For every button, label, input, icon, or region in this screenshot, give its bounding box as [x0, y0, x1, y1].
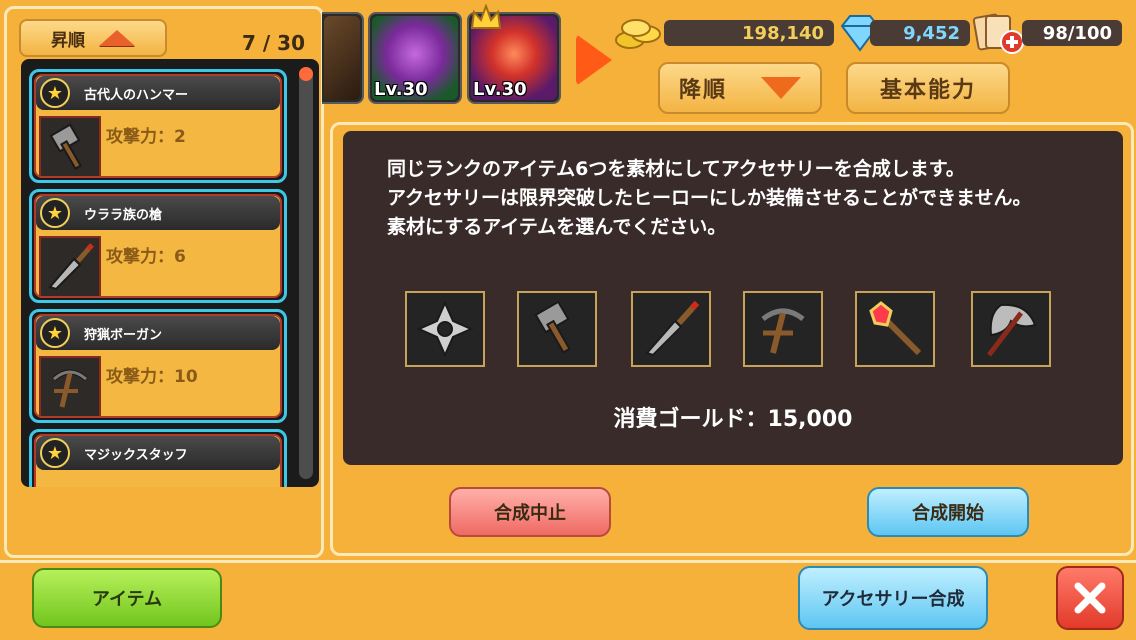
sort-ascending-button[interactable]: 昇順 — [19, 19, 167, 57]
list-item[interactable]: マジックスタッフ ★ — [29, 429, 287, 487]
basic-stats-button[interactable]: 基本能力 — [846, 62, 1010, 114]
item-attack: 攻撃力：10 — [106, 367, 198, 387]
shuriken-icon — [416, 300, 474, 358]
axe-icon — [987, 303, 1037, 357]
crossbow-icon — [39, 356, 101, 416]
close-icon — [1074, 582, 1106, 614]
item-list-panel: 昇順 7 / 30 古代人のハンマー ★ 攻撃力：2 ウララ族の槍 ★ 攻撃力：… — [4, 6, 324, 558]
material-slot[interactable] — [971, 291, 1051, 367]
item-attack: 攻撃力：6 — [106, 247, 186, 267]
hero-level: Lv.30 — [473, 79, 527, 100]
item-name: 狩猟ボーガン — [36, 316, 280, 350]
material-slot[interactable] — [631, 291, 711, 367]
sort-descending-label: 降順 — [678, 78, 727, 103]
description-line: アクセサリーは限界突破したヒーローにしか装備させることができません。 — [387, 187, 1032, 209]
basic-stats-label: 基本能力 — [879, 78, 976, 103]
items-tab-button[interactable]: アイテム — [32, 568, 222, 628]
star-icon: ★ — [40, 198, 70, 228]
wizard-hero-icon — [324, 16, 360, 100]
gold-coins-icon — [615, 19, 661, 49]
spear-icon — [39, 236, 101, 296]
sort-ascending-label: 昇順 — [51, 30, 85, 51]
material-slot[interactable] — [517, 291, 597, 367]
material-slot[interactable] — [405, 291, 485, 367]
hero-portrait[interactable]: Lv.30 — [368, 12, 462, 104]
item-attack: 攻撃力：2 — [106, 127, 186, 147]
gold-cost: 消費ゴールド：15,000 — [613, 407, 853, 432]
close-button[interactable] — [1056, 566, 1124, 630]
gold-amount: 198,140 — [664, 20, 834, 46]
hammer-icon — [39, 116, 101, 176]
start-synthesis-button[interactable]: 合成開始 — [867, 487, 1029, 537]
material-slot[interactable] — [855, 291, 935, 367]
hammer-icon — [534, 300, 571, 354]
gem-amount: 9,452 — [870, 20, 970, 46]
star-icon: ★ — [40, 78, 70, 108]
list-item[interactable]: ウララ族の槍 ★ 攻撃力：6 — [29, 189, 287, 303]
item-count: 7 / 30 — [242, 31, 305, 55]
sort-descending-button[interactable]: 降順 — [658, 62, 822, 114]
staff-icon — [869, 301, 922, 356]
item-list[interactable]: 古代人のハンマー ★ 攻撃力：2 ウララ族の槍 ★ 攻撃力：6 狩猟ボーガン ★… — [21, 59, 319, 487]
material-slot[interactable] — [743, 291, 823, 367]
list-scrollbar[interactable] — [299, 67, 313, 479]
triangle-up-icon — [99, 30, 135, 46]
list-item[interactable]: 狩猟ボーガン ★ 攻撃力：10 — [29, 309, 287, 423]
star-icon: ★ — [40, 438, 70, 468]
item-name: 古代人のハンマー — [36, 76, 280, 110]
synthesis-panel: 同じランクのアイテム6つを素材にしてアクセサリーを合成します。 アクセサリーは限… — [330, 122, 1134, 556]
hero-portrait[interactable] — [322, 12, 364, 104]
description-line: 同じランクのアイテム6つを素材にしてアクセサリーを合成します。 — [387, 158, 965, 180]
cards-plus-icon[interactable] — [972, 12, 1028, 56]
accessory-synthesis-tab-button[interactable]: アクセサリー合成 — [798, 566, 988, 630]
synthesis-description: 同じランクのアイテム6つを素材にしてアクセサリーを合成します。 アクセサリーは限… — [387, 155, 1031, 242]
list-item[interactable]: 古代人のハンマー ★ 攻撃力：2 — [29, 69, 287, 183]
game-screen: 昇順 7 / 30 古代人のハンマー ★ 攻撃力：2 ウララ族の槍 ★ 攻撃力：… — [0, 0, 1136, 640]
item-name: ウララ族の槍 — [36, 196, 280, 230]
items-tab-label: アイテム — [91, 589, 163, 610]
synthesis-info-box: 同じランクのアイテム6つを素材にしてアクセサリーを合成します。 アクセサリーは限… — [343, 131, 1123, 465]
next-hero-arrow-icon[interactable] — [576, 34, 612, 86]
scrollbar-thumb[interactable] — [299, 67, 313, 81]
hero-level: Lv.30 — [374, 79, 428, 100]
spear-icon — [645, 300, 700, 357]
cards-amount: 98/100 — [1022, 20, 1122, 46]
crossbow-icon — [761, 308, 805, 354]
crown-icon — [470, 4, 502, 29]
description-line: 素材にするアイテムを選んでください。 — [387, 216, 727, 238]
item-name: マジックスタッフ — [36, 436, 280, 470]
cancel-synthesis-label: 合成中止 — [494, 503, 566, 524]
star-icon: ★ — [40, 318, 70, 348]
triangle-down-icon — [761, 77, 801, 99]
accessory-synthesis-label: アクセサリー合成 — [821, 589, 965, 610]
cancel-synthesis-button[interactable]: 合成中止 — [449, 487, 611, 537]
start-synthesis-label: 合成開始 — [912, 503, 984, 524]
